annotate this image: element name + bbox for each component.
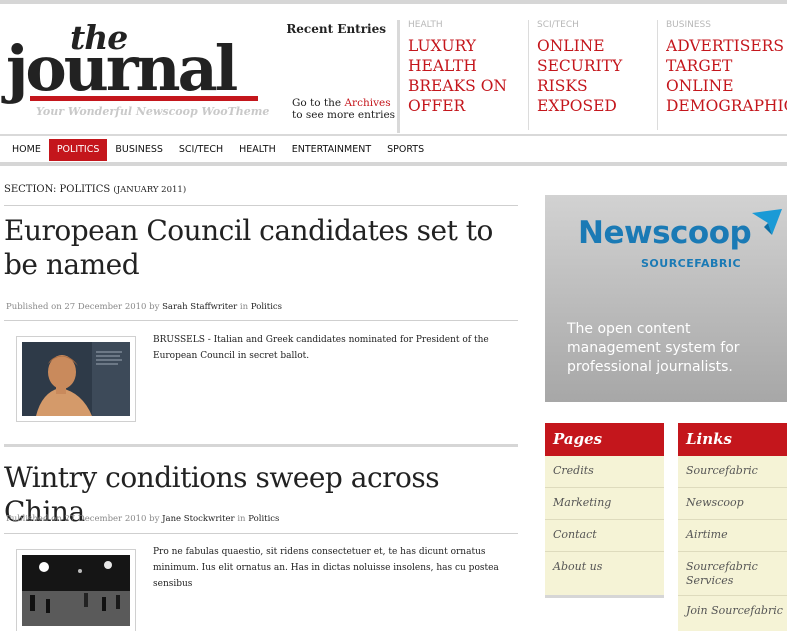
featured-title-line: BREAKS ON — [408, 77, 507, 95]
header-rule — [0, 134, 787, 136]
article-title[interactable]: European Council candidates set to be na… — [4, 214, 519, 282]
meta-category[interactable]: Politics — [248, 514, 279, 524]
nav-rule — [0, 162, 787, 166]
article-excerpt: Pro ne fabulas quaestio, sit ridens cons… — [153, 547, 499, 589]
featured-separator — [657, 20, 658, 130]
recent-entries-note: Go to the Archives to see more entries — [292, 97, 395, 121]
winter-scene-image — [22, 555, 130, 626]
statue-image — [22, 342, 130, 416]
recent-note-suffix: to see more entries — [292, 109, 396, 121]
recent-note-prefix: Go to the — [292, 97, 345, 109]
featured-title-line: ADVERTISERS — [666, 37, 784, 55]
meta-published: Published on 27 December 2010 by — [6, 302, 163, 312]
nav-entertainment[interactable]: ENTERTAINMENT — [284, 139, 379, 161]
featured-title-line: TARGET — [666, 57, 733, 75]
section-rule — [4, 205, 518, 206]
article-rule — [4, 533, 518, 534]
featured-title-line: SECURITY — [537, 57, 623, 75]
top-border — [0, 0, 787, 4]
site-logo[interactable]: the journal Your Wonderful Newscoop WooT… — [6, 18, 270, 122]
links-widget-title: Links — [678, 423, 787, 456]
article-excerpt: BRUSSELS - Italian and Greek candidates … — [153, 335, 489, 361]
link-label: Newscoop — [686, 496, 744, 509]
links-item-sourcefabric-services[interactable]: Sourcefabric Services — [678, 552, 787, 596]
nav-health[interactable]: HEALTH — [231, 139, 284, 161]
link-label: Airtime — [686, 528, 728, 541]
meta-in: in — [234, 514, 249, 524]
link-label: Join Sourcefabric — [686, 604, 783, 617]
link-label: Sourcefabric — [686, 464, 758, 477]
pages-widget-footer-rule — [545, 595, 664, 598]
ad-subtitle: SOURCEFABRIC — [641, 257, 742, 270]
featured-category: SCI/TECH — [537, 20, 579, 30]
meta-published: Published on 27 December 2010 by — [6, 514, 163, 524]
featured-title-line: HEALTH — [408, 57, 477, 75]
logo-underline — [30, 96, 258, 101]
meta-category[interactable]: Politics — [251, 302, 282, 312]
recent-entries-block: Recent Entries Go to the Archives to see… — [285, 20, 395, 124]
links-item-join-sourcefabric[interactable]: Join Sourcefabric — [678, 596, 787, 628]
section-date: (JANUARY 2011) — [113, 185, 187, 195]
link-label: Services — [686, 574, 734, 587]
meta-author[interactable]: Sarah Staffwriter — [162, 302, 237, 312]
featured-category: HEALTH — [408, 20, 443, 30]
pages-item-about-us[interactable]: About us — [545, 552, 664, 584]
archives-link[interactable]: Archives — [344, 97, 390, 109]
pages-item-credits[interactable]: Credits — [545, 456, 664, 488]
links-item-newscoop[interactable]: Newscoop — [678, 488, 787, 520]
article-separator — [4, 444, 518, 447]
featured-title[interactable]: ONLINE SECURITY RISKS EXPOSED — [537, 36, 655, 116]
article-rule — [4, 320, 518, 321]
featured-item[interactable]: SCI/TECH ONLINE SECURITY RISKS EXPOSED — [537, 20, 655, 130]
site-tagline: Your Wonderful Newscoop WooTheme — [36, 105, 270, 118]
link-label: Sourcefabric — [686, 560, 758, 573]
section-label: SECTION: POLITICS — [4, 184, 111, 195]
featured-category: BUSINESS — [666, 20, 711, 30]
pages-widget-title: Pages — [545, 423, 664, 456]
meta-in: in — [237, 302, 251, 312]
pages-item-marketing[interactable]: Marketing — [545, 488, 664, 520]
main-nav: HOME POLITICS BUSINESS SCI/TECH HEALTH E… — [4, 139, 432, 161]
logo-journal-text: journal — [6, 32, 238, 105]
featured-title-line: DEMOGRAPHIC — [666, 97, 787, 115]
article-thumbnail[interactable] — [16, 549, 136, 631]
article-thumbnail[interactable] — [16, 336, 136, 422]
links-item-airtime[interactable]: Airtime — [678, 520, 787, 552]
article-meta: Published on 27 December 2010 by Jane St… — [6, 514, 279, 524]
featured-title-line: ONLINE — [666, 77, 734, 95]
newscoop-ad-banner[interactable]: Newscoop SOURCEFABRIC The open content m… — [545, 195, 787, 402]
featured-title[interactable]: ADVERTISERS TARGET ONLINE DEMOGRAPHIC — [666, 36, 787, 116]
featured-separator — [528, 20, 529, 130]
article-meta: Published on 27 December 2010 by Sarah S… — [6, 302, 282, 312]
recent-entries-title: Recent Entries — [286, 22, 386, 36]
links-item-sourcefabric[interactable]: Sourcefabric — [678, 456, 787, 488]
featured-item[interactable]: BUSINESS ADVERTISERS TARGET ONLINE DEMOG… — [666, 20, 787, 130]
featured-title-line: OFFER — [408, 97, 466, 115]
section-heading: SECTION: POLITICS (JANUARY 2011) — [4, 184, 186, 195]
nav-politics[interactable]: POLITICS — [48, 139, 108, 161]
pages-widget: Pages Credits Marketing Contact About us — [545, 423, 664, 595]
featured-title-line: RISKS — [537, 77, 588, 95]
featured-item[interactable]: HEALTH LUXURY HEALTH BREAKS ON OFFER — [408, 20, 526, 130]
featured-divider — [397, 20, 400, 133]
ad-description: The open content management system for p… — [567, 321, 740, 375]
featured-title-line: EXPOSED — [537, 97, 617, 115]
links-widget: Links Sourcefabric Newscoop Airtime Sour… — [678, 423, 787, 631]
featured-title-line: ONLINE — [537, 37, 605, 55]
nav-scitech[interactable]: SCI/TECH — [171, 139, 231, 161]
pages-item-contact[interactable]: Contact — [545, 520, 664, 552]
nav-business[interactable]: BUSINESS — [107, 139, 170, 161]
featured-title[interactable]: LUXURY HEALTH BREAKS ON OFFER — [408, 36, 526, 116]
newscoop-logo-icon — [752, 209, 782, 235]
featured-title-line: LUXURY — [408, 37, 477, 55]
nav-sports[interactable]: SPORTS — [379, 139, 432, 161]
ad-brand: Newscoop — [578, 215, 752, 251]
meta-author[interactable]: Jane Stockwriter — [162, 514, 235, 524]
nav-home[interactable]: HOME — [4, 139, 49, 161]
